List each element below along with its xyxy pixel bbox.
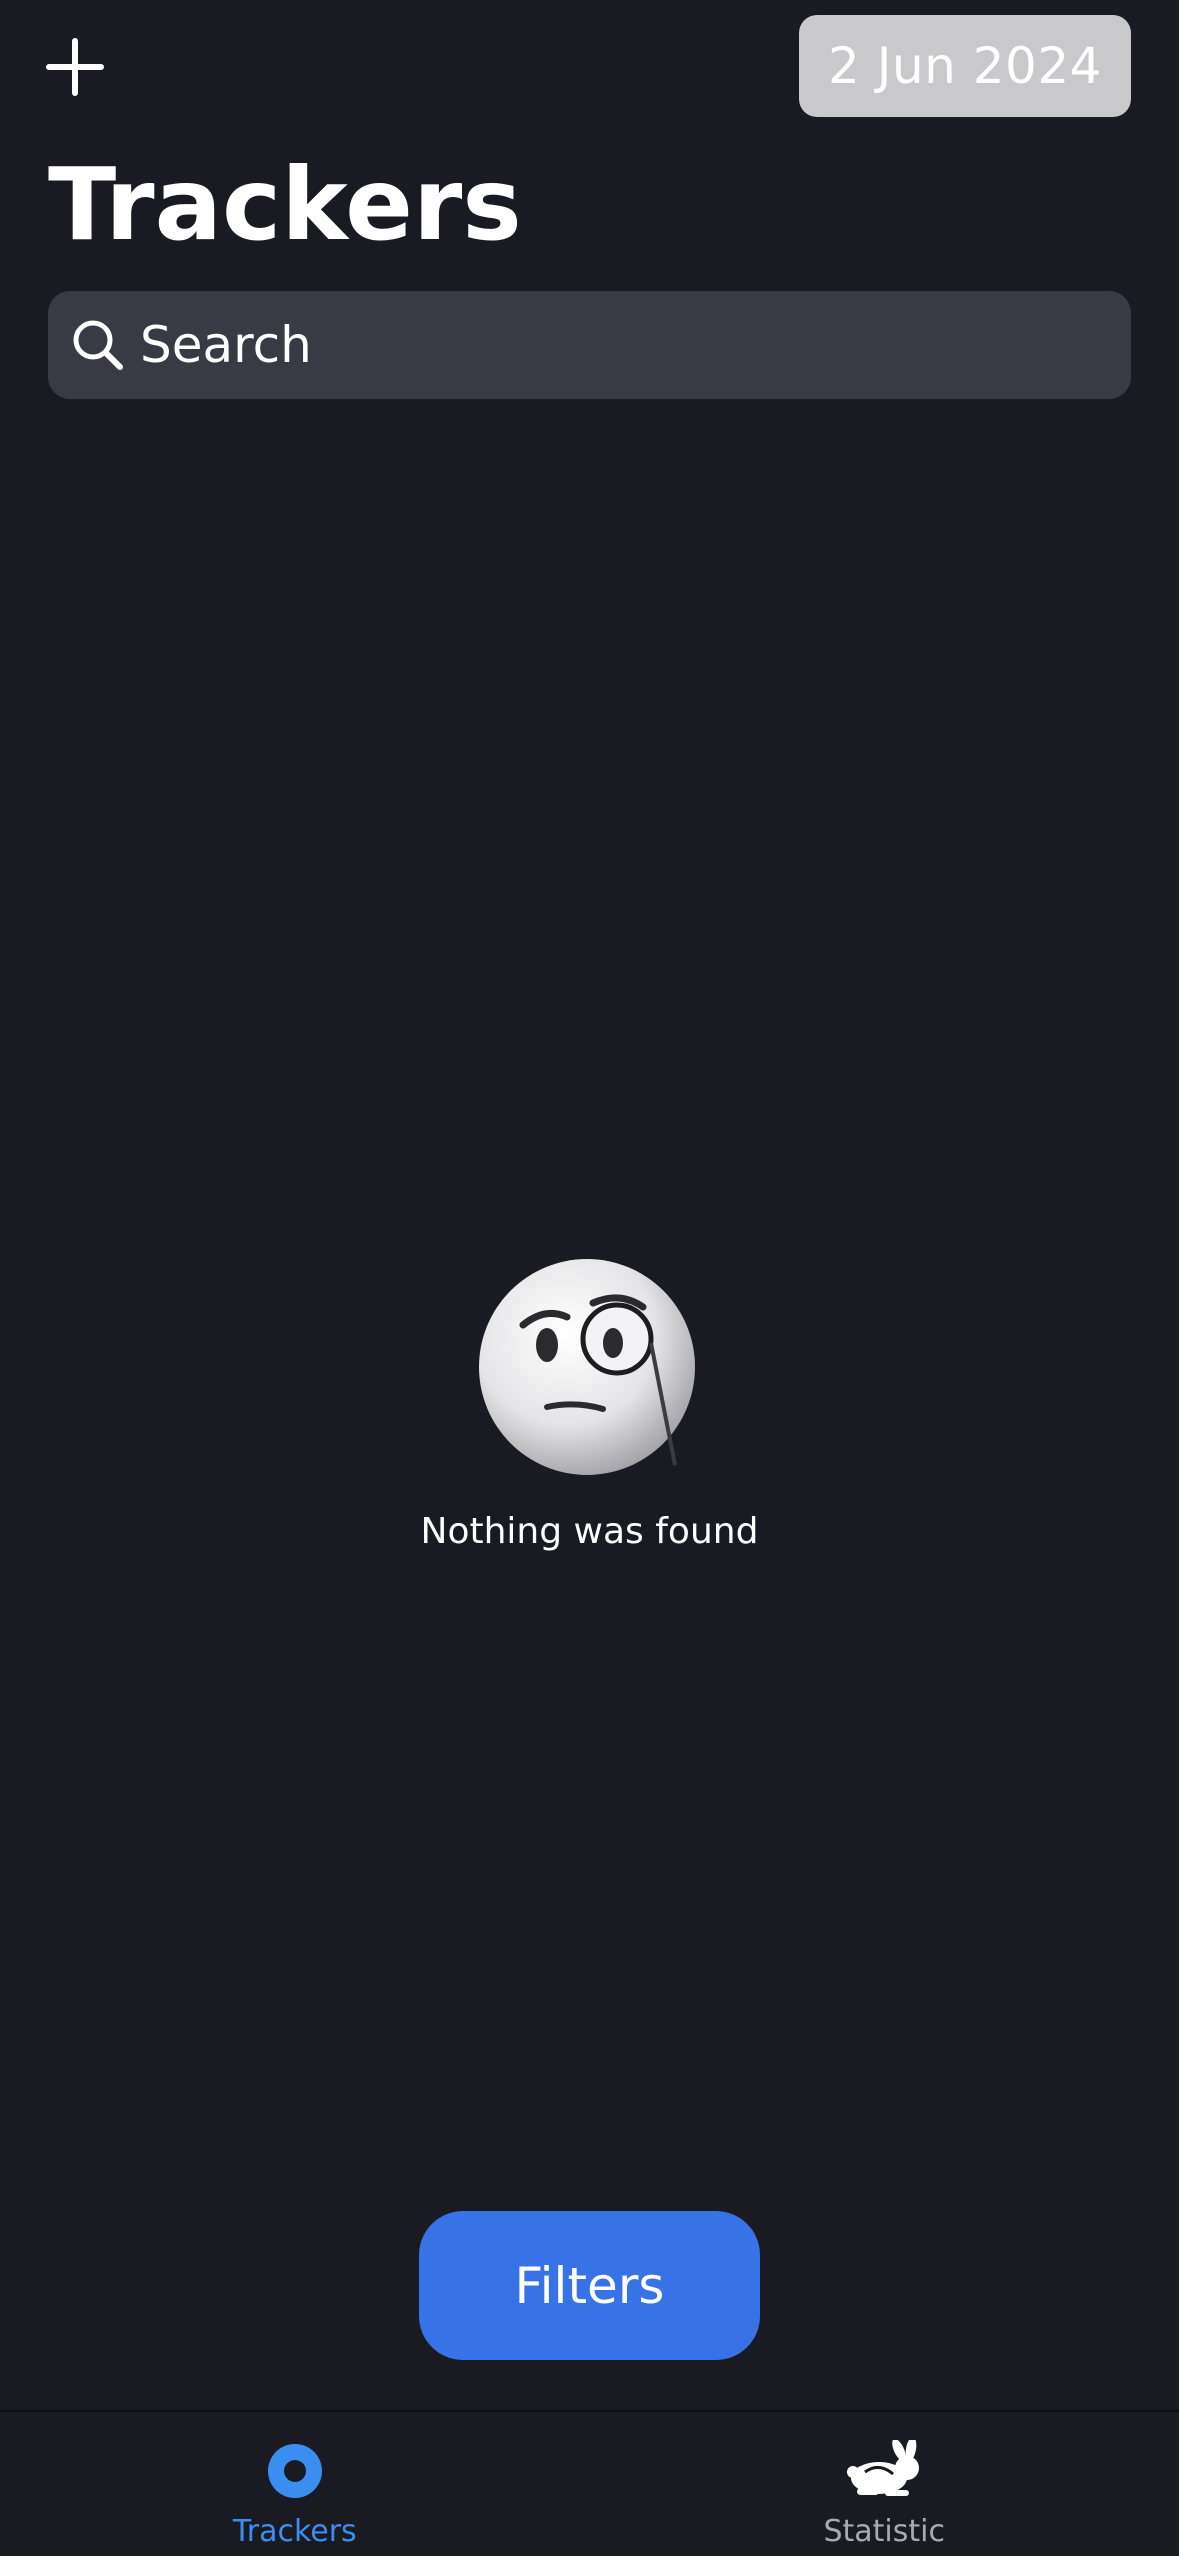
search-input[interactable]	[140, 316, 1131, 374]
plus-icon	[46, 38, 104, 96]
tab-statistic-label: Statistic	[823, 2514, 945, 2549]
date-label: 2 Jun 2024	[828, 37, 1102, 95]
tab-statistic[interactable]: Statistic	[590, 2412, 1179, 2556]
filters-button[interactable]: Filters	[419, 2211, 760, 2360]
tab-trackers-label: Trackers	[232, 2514, 357, 2549]
empty-state: Nothing was found	[0, 1255, 1179, 1552]
date-picker-button[interactable]: 2 Jun 2024	[799, 15, 1131, 117]
add-tracker-button[interactable]	[40, 36, 112, 98]
tab-trackers[interactable]: Trackers	[0, 2412, 590, 2556]
empty-state-message: Nothing was found	[420, 1511, 759, 1552]
tab-bar: Trackers Statistic	[0, 2410, 1179, 2556]
magnifier-icon	[70, 317, 126, 373]
monocle-face-emoji	[478, 1259, 695, 1475]
rabbit-icon	[841, 2436, 927, 2506]
trackers-ring-icon	[252, 2436, 338, 2506]
search-bar[interactable]	[48, 291, 1131, 399]
page-title: Trackers	[48, 146, 522, 263]
trackers-screen: 2 Jun 2024 Trackers Search Nothing was f…	[0, 0, 1179, 2556]
